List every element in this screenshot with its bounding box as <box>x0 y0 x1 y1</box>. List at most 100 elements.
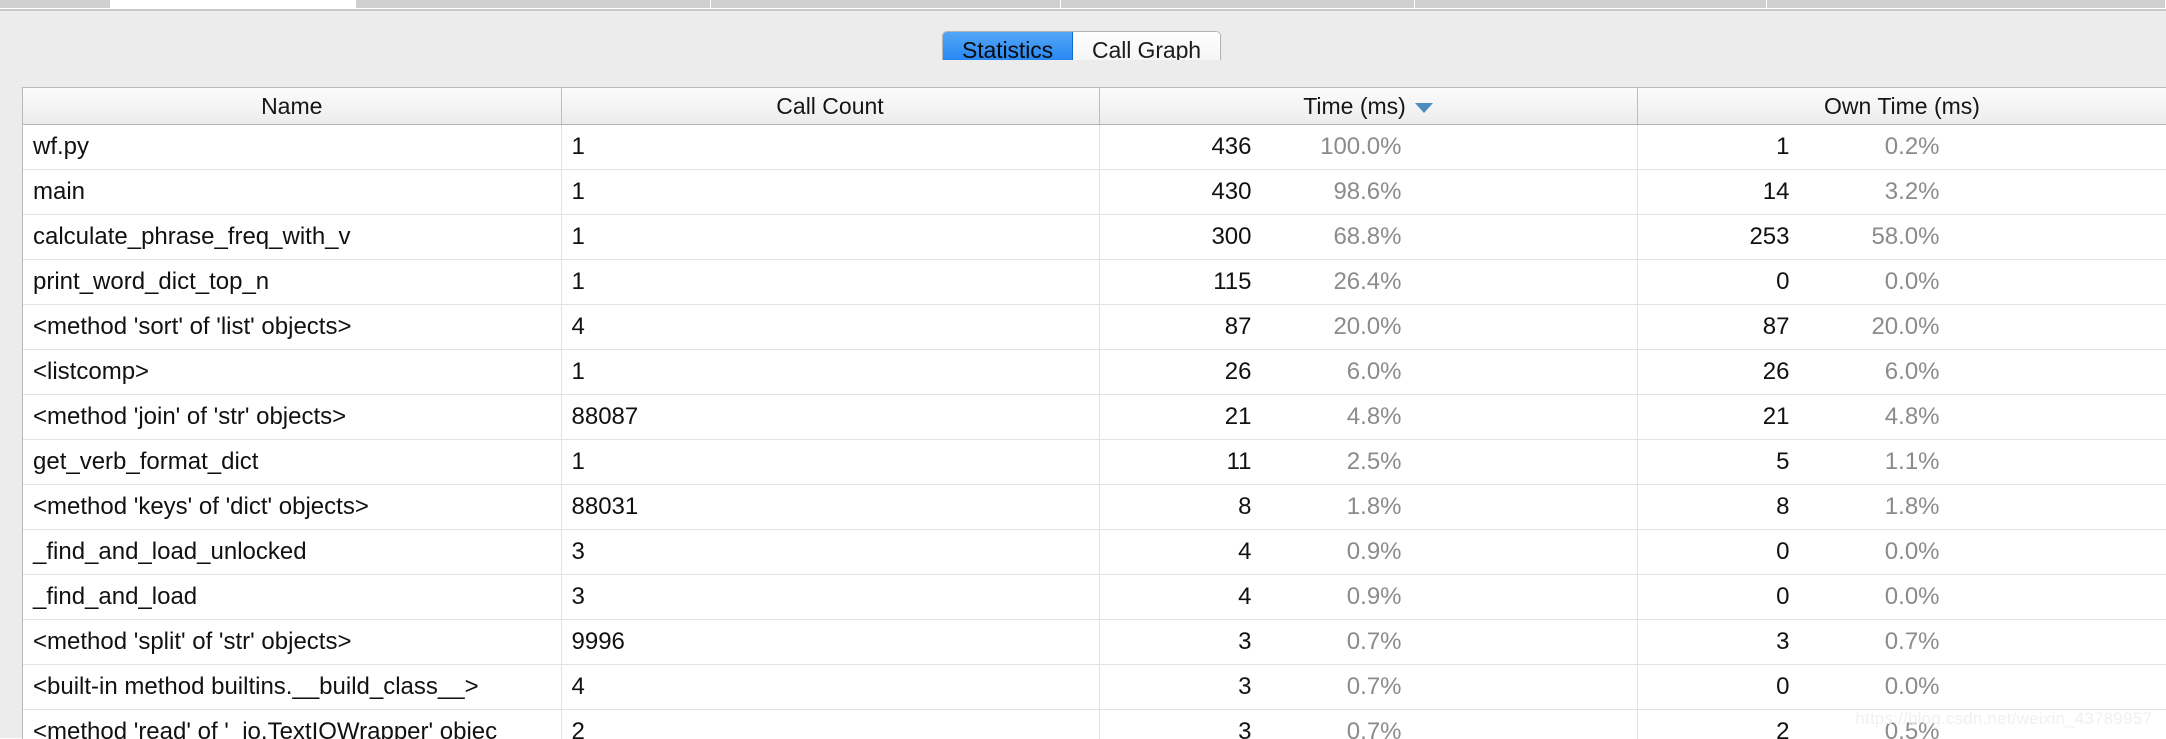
cell-name: <method 'split' of 'str' objects> <box>23 620 561 665</box>
column-header-time-label: Time (ms) <box>1303 93 1406 120</box>
cell-name: <method 'sort' of 'list' objects> <box>23 305 561 350</box>
column-header-time[interactable]: Time (ms) <box>1099 88 1637 125</box>
cell-time-value: 87 <box>1100 313 1252 341</box>
cell-time-percent: 26.4% <box>1252 268 1402 296</box>
cell-name: <built-in method builtins.__build_class_… <box>23 665 561 710</box>
cell-own-time-value: 253 <box>1638 223 1790 251</box>
cell-own-time-value: 0 <box>1638 538 1790 566</box>
cell-time-percent: 6.0% <box>1252 358 1402 386</box>
cell-time: 8720.0% <box>1099 305 1637 350</box>
table-header-row: Name Call Count Time (ms) <box>23 88 2166 125</box>
cell-time-value: 11 <box>1100 448 1252 476</box>
cell-call-count: 1 <box>561 350 1099 395</box>
cell-name: _find_and_load_unlocked <box>23 530 561 575</box>
cell-time-value: 8 <box>1100 493 1252 521</box>
cell-name: <method 'join' of 'str' objects> <box>23 395 561 440</box>
window-tab-strip[interactable] <box>0 0 2166 9</box>
window-tab-segment-active[interactable] <box>111 0 356 8</box>
sort-descending-icon <box>1415 103 1433 113</box>
cell-own-time-value: 0 <box>1638 268 1790 296</box>
cell-time-percent: 0.7% <box>1252 673 1402 701</box>
column-header-name[interactable]: Name <box>23 88 561 125</box>
column-header-own-time[interactable]: Own Time (ms) <box>1637 88 2166 125</box>
column-header-call-count[interactable]: Call Count <box>561 88 1099 125</box>
cell-name: main <box>23 170 561 215</box>
table-row[interactable]: print_word_dict_top_n111526.4%00.0% <box>23 260 2166 305</box>
window-tab-segment[interactable] <box>0 0 111 8</box>
cell-own-time-value: 2 <box>1638 718 1790 739</box>
cell-own-time-percent: 4.8% <box>1790 403 1940 431</box>
cell-own-time: 143.2% <box>1637 170 2166 215</box>
window-tab-segment[interactable] <box>1415 0 1767 8</box>
column-header-own-time-label: Own Time (ms) <box>1824 93 1980 120</box>
cell-own-time: 00.0% <box>1637 530 2166 575</box>
column-header-call-count-label: Call Count <box>776 93 883 120</box>
cell-name: <method 'read' of '_io.TextIOWrapper' ob… <box>23 710 561 739</box>
cell-time-value: 21 <box>1100 403 1252 431</box>
cell-call-count: 4 <box>561 665 1099 710</box>
cell-time: 30.7% <box>1099 665 1637 710</box>
table-row[interactable]: <method 'sort' of 'list' objects>48720.0… <box>23 305 2166 350</box>
cell-own-time-percent: 20.0% <box>1790 313 1940 341</box>
cell-own-time-percent: 0.2% <box>1790 133 1940 161</box>
cell-own-time: 30.7% <box>1637 620 2166 665</box>
cell-time-value: 430 <box>1100 178 1252 206</box>
table-row[interactable]: <method 'keys' of 'dict' objects>8803181… <box>23 485 2166 530</box>
cell-own-time-value: 87 <box>1638 313 1790 341</box>
cell-own-time: 8720.0% <box>1637 305 2166 350</box>
cell-own-time: 00.0% <box>1637 260 2166 305</box>
cell-call-count: 1 <box>561 215 1099 260</box>
cell-time-percent: 100.0% <box>1252 133 1402 161</box>
cell-time: 214.8% <box>1099 395 1637 440</box>
cell-time-value: 300 <box>1100 223 1252 251</box>
cell-own-time-value: 1 <box>1638 133 1790 161</box>
table-row[interactable]: _find_and_load_unlocked340.9%00.0% <box>23 530 2166 575</box>
table-row[interactable]: _find_and_load340.9%00.0% <box>23 575 2166 620</box>
table-row[interactable]: <method 'read' of '_io.TextIOWrapper' ob… <box>23 710 2166 739</box>
cell-call-count: 3 <box>561 530 1099 575</box>
table-row[interactable]: <listcomp>1266.0%266.0% <box>23 350 2166 395</box>
cell-call-count: 1 <box>561 440 1099 485</box>
cell-time-value: 26 <box>1100 358 1252 386</box>
table-row[interactable]: calculate_phrase_freq_with_v130068.8%253… <box>23 215 2166 260</box>
table-row[interactable]: <method 'split' of 'str' objects>999630.… <box>23 620 2166 665</box>
cell-time: 43098.6% <box>1099 170 1637 215</box>
table-row[interactable]: <built-in method builtins.__build_class_… <box>23 665 2166 710</box>
cell-own-time-percent: 0.5% <box>1790 718 1940 739</box>
cell-name: print_word_dict_top_n <box>23 260 561 305</box>
column-header-name-label: Name <box>261 93 322 120</box>
cell-own-time-value: 21 <box>1638 403 1790 431</box>
cell-time-percent: 1.8% <box>1252 493 1402 521</box>
cell-call-count: 9996 <box>561 620 1099 665</box>
table-row[interactable]: main143098.6%143.2% <box>23 170 2166 215</box>
cell-call-count: 88031 <box>561 485 1099 530</box>
cell-time-value: 4 <box>1100 583 1252 611</box>
statistics-table-container: Name Call Count Time (ms) <box>22 87 2166 739</box>
cell-own-time-value: 14 <box>1638 178 1790 206</box>
cell-own-time-value: 5 <box>1638 448 1790 476</box>
cell-time-percent: 4.8% <box>1252 403 1402 431</box>
table-header: Name Call Count Time (ms) <box>23 88 2166 125</box>
profiler-toolbar: Statistics Call Graph <box>0 11 2166 60</box>
cell-own-time-value: 0 <box>1638 673 1790 701</box>
cell-own-time-value: 0 <box>1638 583 1790 611</box>
table-row[interactable]: <method 'join' of 'str' objects>88087214… <box>23 395 2166 440</box>
cell-time-percent: 0.9% <box>1252 583 1402 611</box>
window-tab-segment[interactable] <box>711 0 1061 8</box>
window-tab-segment[interactable] <box>356 0 711 8</box>
window-tab-segment[interactable] <box>1061 0 1416 8</box>
cell-time: 30.7% <box>1099 620 1637 665</box>
cell-own-time: 00.0% <box>1637 575 2166 620</box>
table-row[interactable]: wf.py1436100.0%10.2% <box>23 125 2166 170</box>
cell-own-time: 20.5% <box>1637 710 2166 739</box>
cell-own-time: 214.8% <box>1637 395 2166 440</box>
window-tab-segment[interactable] <box>1767 0 2166 8</box>
cell-time-percent: 20.0% <box>1252 313 1402 341</box>
cell-call-count: 1 <box>561 170 1099 215</box>
cell-own-time: 266.0% <box>1637 350 2166 395</box>
cell-time: 266.0% <box>1099 350 1637 395</box>
cell-call-count: 3 <box>561 575 1099 620</box>
cell-name: wf.py <box>23 125 561 170</box>
cell-own-time: 10.2% <box>1637 125 2166 170</box>
table-row[interactable]: get_verb_format_dict1112.5%51.1% <box>23 440 2166 485</box>
